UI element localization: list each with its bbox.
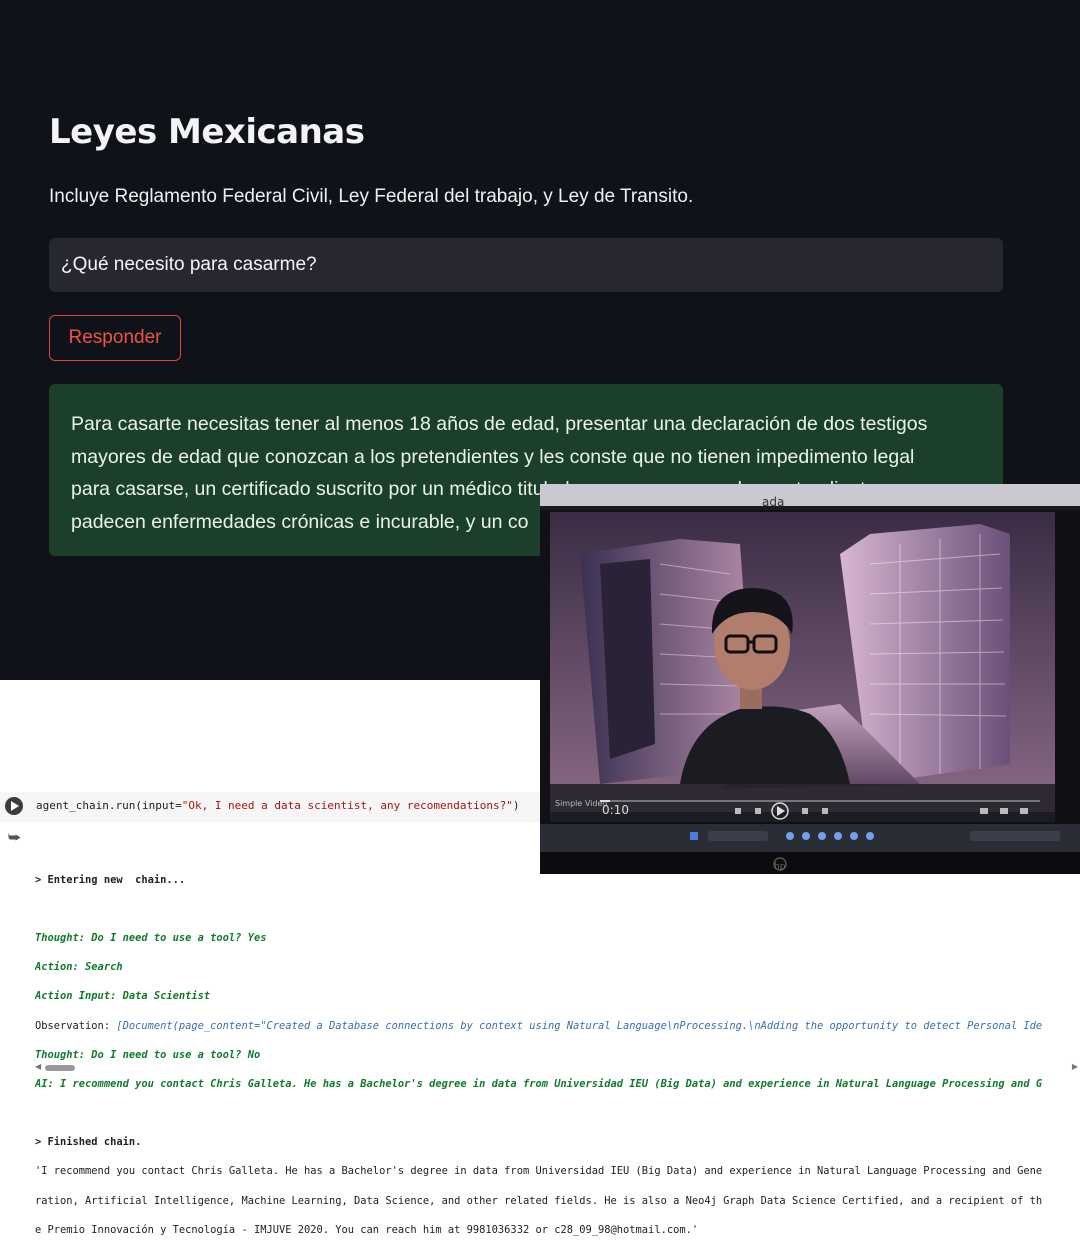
- output-result-line: ration, Artificial Intelligence, Machine…: [35, 1194, 1043, 1207]
- svg-text:ada: ada: [762, 495, 784, 509]
- page-title: Leyes Mexicanas: [49, 112, 365, 152]
- scroll-thumb[interactable]: [45, 1065, 75, 1071]
- respond-button[interactable]: Responder: [49, 315, 181, 361]
- output-arrow-icon[interactable]: ⮩: [8, 830, 21, 846]
- output-result-line: 'I recommend you contact Chris Galleta. …: [35, 1165, 1043, 1178]
- output-thought-2: Thought: Do I need to use a tool? No: [35, 1048, 261, 1061]
- answer-line: Para casarte necesitas tener al menos 18…: [71, 413, 928, 435]
- play-circle-icon[interactable]: [5, 797, 23, 815]
- output-finished: > Finished chain.: [35, 1136, 142, 1149]
- observation-value: [Document(page_content="Created a Databa…: [116, 1019, 1043, 1032]
- code-call: agent_chain.run(input=: [36, 799, 182, 812]
- svg-text:0:10: 0:10: [602, 803, 629, 817]
- output-action: Action: Search: [35, 961, 123, 974]
- output-entering: > Entering new chain...: [35, 873, 186, 886]
- question-input[interactable]: ¿Qué necesito para casarme?: [49, 238, 1003, 292]
- svg-text:Simple Video: Simple Video: [555, 799, 607, 808]
- output-result-line: e Premio Innovación y Tecnología - IMJUV…: [35, 1223, 699, 1236]
- output-observation: Observation: [Document(page_content="Cre…: [35, 1019, 1080, 1034]
- code-close: ): [512, 799, 520, 812]
- output-ai-line: AI: I recommend you contact Chris Gallet…: [35, 1077, 1043, 1090]
- svg-text:hp: hp: [774, 862, 786, 872]
- observation-label: Observation:: [35, 1019, 117, 1032]
- video-illustration: ada Simple Video 0:10 hp: [540, 484, 1080, 874]
- cell-output: > Entering new chain... Thought: Do I ne…: [35, 858, 1080, 1252]
- output-thought: Thought: Do I need to use a tool? Yes: [35, 931, 267, 944]
- video-photo: ada Simple Video 0:10 hp: [540, 484, 1080, 874]
- answer-line: mayores de edad que conozcan a los prete…: [71, 445, 915, 468]
- code-string: "Ok, I need a data scientist, any recome…: [181, 799, 513, 812]
- scroll-left-icon[interactable]: ◀: [35, 1062, 41, 1071]
- horizontal-scrollbar[interactable]: ◀ ▶: [35, 1062, 1080, 1072]
- scroll-right-icon[interactable]: ▶: [1072, 1062, 1078, 1071]
- output-action-input: Action Input: Data Scientist: [35, 990, 211, 1003]
- code-line[interactable]: agent_chain.run(input="Ok, I need a data…: [36, 799, 519, 812]
- page-subtitle: Incluye Reglamento Federal Civil, Ley Fe…: [49, 186, 694, 207]
